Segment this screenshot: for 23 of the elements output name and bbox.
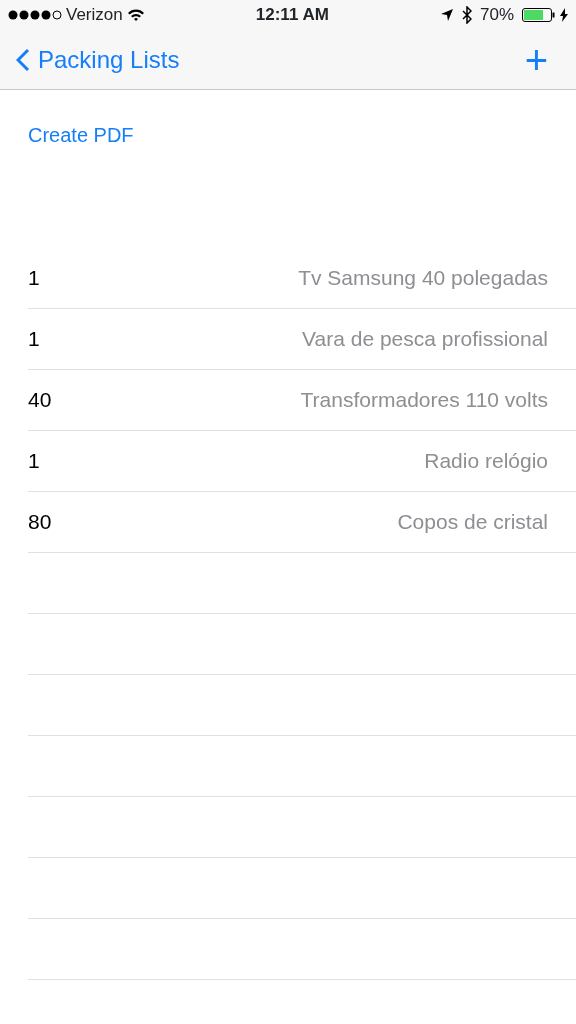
- item-quantity: 80: [28, 509, 52, 536]
- bluetooth-icon: [461, 6, 472, 24]
- chevron-left-icon: [16, 47, 30, 72]
- item-name: Copos de cristal: [397, 509, 548, 536]
- battery-percent: 70%: [479, 4, 514, 27]
- add-button[interactable]: +: [524, 39, 560, 80]
- wifi-icon: [126, 8, 145, 22]
- carrier-name: Verizon: [66, 4, 123, 27]
- item-quantity: 1: [28, 448, 40, 475]
- item-quantity: 1: [28, 265, 40, 292]
- item-name: Tv Samsung 40 polegadas: [298, 265, 548, 292]
- signal-icon: [8, 10, 62, 20]
- item-name: Radio relógio: [424, 448, 548, 475]
- create-pdf-button[interactable]: Create PDF: [28, 120, 134, 150]
- battery-icon: [522, 8, 556, 22]
- item-quantity: 1: [28, 326, 40, 353]
- item-quantity: 40: [28, 387, 52, 414]
- item-name: Vara de pesca profissional: [302, 326, 548, 353]
- back-button[interactable]: Packing Lists: [16, 41, 180, 78]
- charging-icon: [560, 8, 568, 22]
- location-arrow-icon: [439, 8, 454, 22]
- item-name: Transformadores 110 volts: [300, 387, 548, 414]
- status-time: 12:11 AM: [255, 4, 329, 27]
